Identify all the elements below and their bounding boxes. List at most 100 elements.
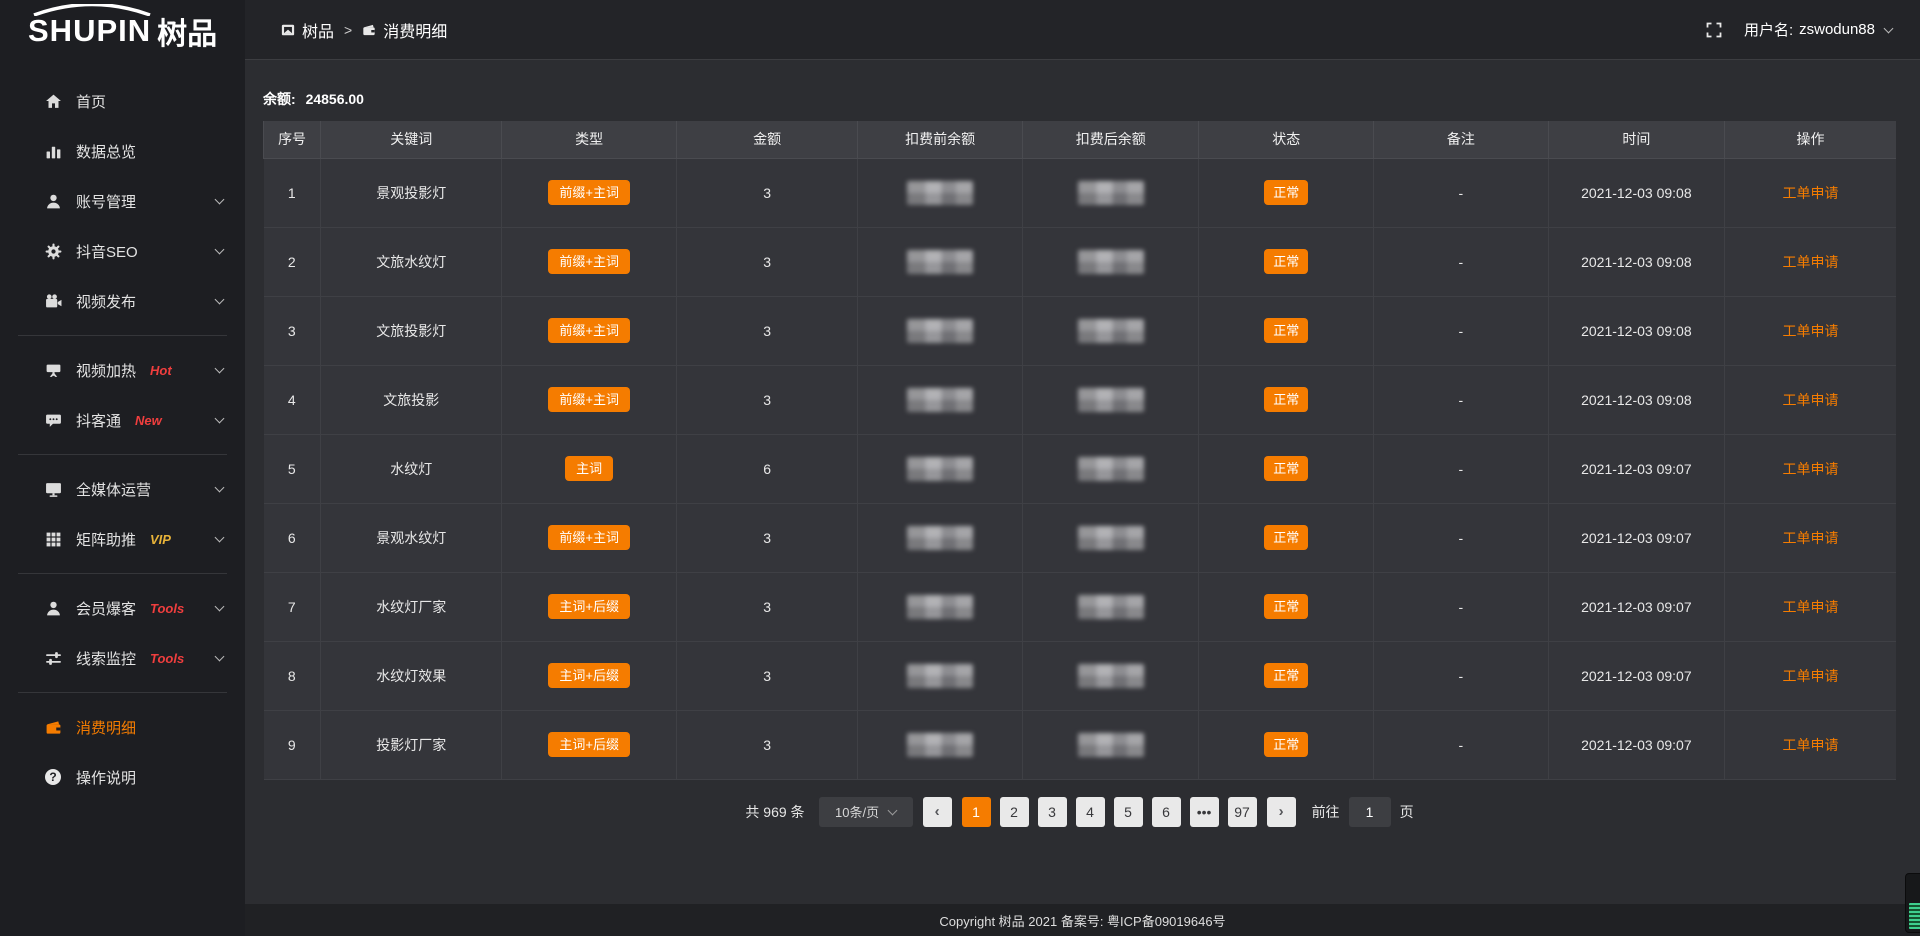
monitor-icon: [44, 480, 62, 498]
cell-status: 正常: [1199, 710, 1374, 779]
type-badge: 主词+后缀: [548, 663, 630, 688]
cell-index: 4: [264, 365, 321, 434]
cell-keyword: 文旅投影灯: [321, 296, 502, 365]
page-button[interactable]: 97: [1228, 797, 1257, 827]
work-order-link[interactable]: 工单申请: [1783, 599, 1839, 615]
blurred-balance-value: [907, 595, 973, 619]
cell-balance-after: [1023, 503, 1199, 572]
total-count: 共 969 条: [745, 802, 804, 822]
blurred-balance-value: [907, 181, 973, 205]
fullscreen-icon[interactable]: [1706, 22, 1722, 38]
cell-action: 工单申请: [1725, 710, 1896, 779]
breadcrumb: 树品 > 消费明细: [281, 18, 447, 42]
sidebar-item-account-management[interactable]: 账号管理: [0, 176, 245, 226]
page-button[interactable]: 5: [1114, 797, 1143, 827]
cell-index: 2: [264, 227, 321, 296]
work-order-link[interactable]: 工单申请: [1783, 737, 1839, 753]
cell-keyword: 文旅水纹灯: [321, 227, 502, 296]
logo-text-cn: 树品: [157, 9, 217, 53]
blurred-balance-value: [1078, 526, 1144, 550]
table-body: 1 景观投影灯 前缀+主词 3 正常 - 2021-12-03 09:08 工单…: [264, 158, 1897, 779]
green-stripes-indicator: [1909, 903, 1920, 929]
cell-amount: 3: [677, 158, 858, 227]
blurred-balance-value: [1078, 664, 1144, 688]
work-order-link[interactable]: 工单申请: [1783, 323, 1839, 339]
sidebar-item-video-publish[interactable]: 视频发布: [0, 276, 245, 326]
hot-tag: Hot: [150, 363, 172, 378]
status-badge: 正常: [1264, 732, 1308, 757]
sidebar-item-matrix-boost[interactable]: 矩阵助推 VIP: [0, 514, 245, 564]
cell-balance-before: [858, 710, 1023, 779]
cell-index: 6: [264, 503, 321, 572]
sidebar-item-douketong[interactable]: 抖客通 New: [0, 395, 245, 445]
sidebar-item-member-explosion[interactable]: 会员爆客 Tools: [0, 583, 245, 633]
logo-arc-icon: [30, 4, 154, 16]
page-button[interactable]: 4: [1076, 797, 1105, 827]
chevron-down-icon: [215, 652, 225, 662]
cell-balance-before: [858, 227, 1023, 296]
cell-balance-before: [858, 434, 1023, 503]
menu-divider: [18, 335, 227, 336]
work-order-link[interactable]: 工单申请: [1783, 185, 1839, 201]
work-order-link[interactable]: 工单申请: [1783, 392, 1839, 408]
cell-amount: 3: [677, 365, 858, 434]
cell-balance-after: [1023, 227, 1199, 296]
work-order-link[interactable]: 工单申请: [1783, 461, 1839, 477]
blurred-balance-value: [1078, 457, 1144, 481]
cell-type: 前缀+主词: [502, 158, 677, 227]
page-button[interactable]: 6: [1152, 797, 1181, 827]
sidebar-item-video-heat[interactable]: 视频加热 Hot: [0, 345, 245, 395]
page-button[interactable]: •••: [1190, 797, 1219, 827]
sidebar-item-instructions[interactable]: ? 操作说明: [0, 752, 245, 802]
next-page-button[interactable]: ›: [1267, 797, 1296, 827]
breadcrumb-home[interactable]: 树品: [281, 18, 334, 42]
cell-status: 正常: [1199, 503, 1374, 572]
cell-amount: 6: [677, 434, 858, 503]
goto-page-input[interactable]: [1349, 797, 1391, 827]
type-badge: 前缀+主词: [548, 525, 630, 550]
table-header-cell: 操作: [1725, 121, 1896, 158]
page-size-select[interactable]: 10条/页: [819, 797, 913, 827]
type-badge: 前缀+主词: [548, 318, 630, 343]
balance: 余额: 24856.00: [263, 89, 1896, 109]
prev-page-button[interactable]: ‹: [923, 797, 952, 827]
menu-divider: [18, 454, 227, 455]
cell-type: 主词+后缀: [502, 710, 677, 779]
wallet-icon: [44, 718, 62, 736]
page-button[interactable]: 3: [1038, 797, 1067, 827]
cell-remark: -: [1374, 503, 1549, 572]
sidebar-item-douyin-seo[interactable]: 抖音SEO: [0, 226, 245, 276]
sidebar-item-all-media[interactable]: 全媒体运营: [0, 464, 245, 514]
cell-keyword: 投影灯厂家: [321, 710, 502, 779]
sidebar-item-home[interactable]: 首页: [0, 76, 245, 126]
consumption-table: 序号关键词类型金额扣费前余额扣费后余额状态备注时间操作 1 景观投影灯 前缀+主…: [263, 121, 1896, 780]
user-dropdown[interactable]: 用户名: zswodun88: [1744, 19, 1892, 40]
sidebar-item-consumption-detail[interactable]: 消费明细: [0, 702, 245, 752]
page-button[interactable]: 2: [1000, 797, 1029, 827]
cell-index: 5: [264, 434, 321, 503]
breadcrumb-current[interactable]: 消费明细: [362, 18, 447, 42]
chevron-down-icon: [215, 245, 225, 255]
work-order-link[interactable]: 工单申请: [1783, 668, 1839, 684]
cell-remark: -: [1374, 710, 1549, 779]
user-icon: [44, 192, 62, 210]
chevron-down-icon: [215, 483, 225, 493]
table-header-cell: 扣费后余额: [1023, 121, 1199, 158]
cell-index: 3: [264, 296, 321, 365]
screen-indicator-widget: [1905, 873, 1920, 933]
work-order-link[interactable]: 工单申请: [1783, 254, 1839, 270]
table-row: 6 景观水纹灯 前缀+主词 3 正常 - 2021-12-03 09:07 工单…: [264, 503, 1897, 572]
work-order-link[interactable]: 工单申请: [1783, 530, 1839, 546]
cell-type: 主词+后缀: [502, 641, 677, 710]
page-button[interactable]: 1: [962, 797, 991, 827]
sidebar-item-lead-monitor[interactable]: 线索监控 Tools: [0, 633, 245, 683]
cell-time: 2021-12-03 09:08: [1548, 296, 1724, 365]
sidebar-item-data-overview[interactable]: 数据总览: [0, 126, 245, 176]
blurred-balance-value: [1078, 250, 1144, 274]
cell-action: 工单申请: [1725, 503, 1896, 572]
table-header-cell: 金额: [677, 121, 858, 158]
goto-suffix: 页: [1400, 802, 1414, 822]
sidebar-menu: 首页 数据总览 账号管理 抖音SEO 视频发布: [0, 62, 245, 802]
cell-status: 正常: [1199, 296, 1374, 365]
status-badge: 正常: [1264, 525, 1308, 550]
